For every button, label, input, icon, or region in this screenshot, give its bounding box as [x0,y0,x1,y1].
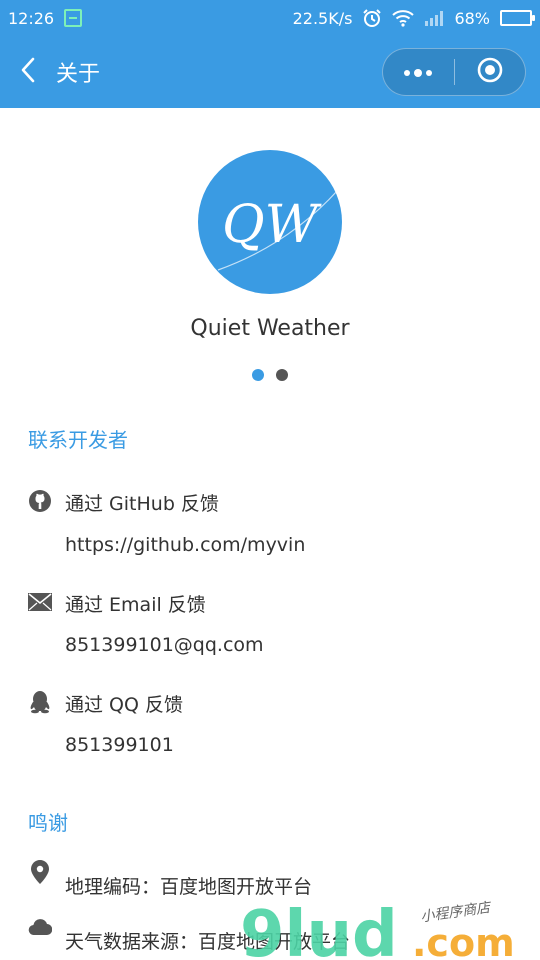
mini-program-capsule [382,48,526,96]
watermark-brand: 9lud [240,898,398,960]
logo-text: QW [222,195,322,255]
nav-bar: 关于 [0,36,540,108]
battery-icon [500,10,535,26]
watermark-logo: 9lud .com 小程序商店 [240,888,540,960]
chevron-left-icon [20,57,36,87]
carousel-dot[interactable] [252,369,264,381]
app-name: Quiet Weather [190,316,350,341]
signal-icon [424,10,444,26]
section-title-thanks: 鸣谢 [28,811,68,835]
more-button[interactable] [383,49,454,95]
back-button[interactable] [0,36,56,108]
contact-qq-number[interactable]: 851399101 [65,734,174,756]
cloud-icon [28,915,52,939]
status-bar: 12:26 22.5K/s 68% [0,0,540,36]
contact-email-title: 通过 Email 反馈 [65,594,206,616]
contact-email-address[interactable]: 851399101@qq.com [65,634,264,656]
email-icon [28,590,52,614]
scan-icon [64,9,83,27]
qq-icon [28,690,52,714]
contact-github-link[interactable]: https://github.com/myvin [65,534,305,556]
target-circle-icon [476,56,504,88]
battery-percent: 68% [454,8,490,28]
alarm-icon [362,8,382,28]
status-time: 12:26 [8,8,55,28]
watermark-suffix: .com [412,921,515,960]
github-icon [28,489,52,513]
contact-github-title: 通过 GitHub 反馈 [65,493,219,515]
wifi-icon [392,9,415,27]
section-title-contact: 联系开发者 [28,428,128,452]
close-mini-program-button[interactable] [455,49,526,95]
more-dots-icon [402,63,434,82]
contact-qq-title: 通过 QQ 反馈 [65,694,183,716]
network-speed: 22.5K/s [292,8,353,28]
page-title: 关于 [56,62,101,87]
carousel-dot[interactable] [276,369,288,381]
carousel-indicator [0,369,540,381]
app-logo: QW [198,150,342,294]
location-pin-icon [28,860,52,884]
